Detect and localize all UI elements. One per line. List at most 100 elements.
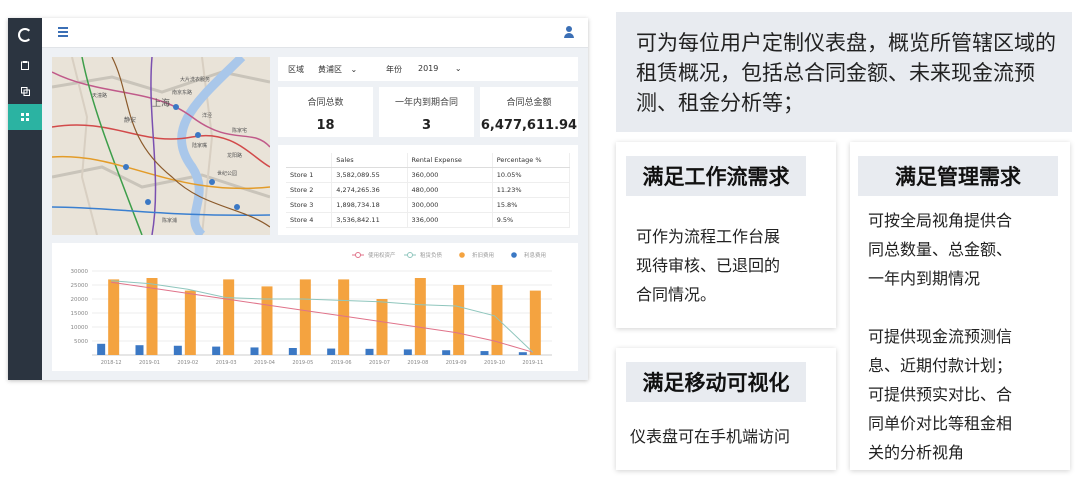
map-label: 天潼路 xyxy=(92,92,107,99)
management-title: 满足管理需求 xyxy=(858,156,1058,196)
year-value: 2019 xyxy=(418,64,439,73)
map-label: 上海 xyxy=(152,97,170,109)
table-cell: 9.5% xyxy=(492,212,571,228)
intro-panel: 可为每位用户定制仪表盘，概览所管辖区域的租赁概况，包括总合同金额、未来现金流预测… xyxy=(616,12,1072,132)
x-tick-label: 2018-12 xyxy=(101,360,122,366)
workflow-title: 满足工作流需求 xyxy=(626,156,806,196)
table-row: Store 1 3,582,089.55 360,000 10.05% xyxy=(286,167,571,183)
y-tick-label: 20000 xyxy=(71,297,89,303)
management-body: 可按全局视角提供合 同总数量、总金额、 一年内到期情况 可提供现金流预测信 息、… xyxy=(868,206,1012,467)
map-label: 南京东路 xyxy=(172,89,192,96)
table-cell: 15.8% xyxy=(492,197,571,213)
workflow-line: 可作为流程工作台展 xyxy=(636,227,781,246)
menu-icon[interactable] xyxy=(58,27,68,37)
y-tick-label: 5000 xyxy=(74,339,88,345)
store-table-card: Sales Rental Expense Percentage % Store … xyxy=(278,145,578,235)
bar xyxy=(223,279,235,355)
map-label: 陈家宅 xyxy=(232,127,247,134)
user-icon[interactable] xyxy=(564,26,574,38)
management-line: 可提供现金流预测信 xyxy=(868,327,1013,346)
bar xyxy=(108,279,120,355)
bar xyxy=(146,278,158,355)
workflow-body: 可作为流程工作台展 现待审核、已退回的 合同情况。 xyxy=(636,222,780,309)
map-label: 大片洗衣服务 xyxy=(180,76,210,83)
table-cell: 11.23% xyxy=(492,182,571,198)
x-tick-label: 2019-07 xyxy=(369,360,390,366)
x-tick-label: 2019-10 xyxy=(484,360,505,366)
map-label: 洋泾 xyxy=(202,112,212,119)
kpi-card-total-amount: 合同总金额 6,477,611.94 xyxy=(480,87,578,137)
table-cell: 4,274,265.36 xyxy=(331,182,408,198)
table-row: Store 3 1,898,734.18 300,000 15.8% xyxy=(286,197,571,213)
kpi-value: 3 xyxy=(421,118,432,133)
table-cell: 360,000 xyxy=(407,167,493,183)
table-cell: Store 2 xyxy=(286,182,333,198)
bar xyxy=(250,347,259,355)
x-tick-label: 2019-08 xyxy=(407,360,428,366)
sidebar-item-contracts[interactable] xyxy=(8,52,42,78)
workflow-line: 现待审核、已退回的 xyxy=(636,256,781,275)
top-bar xyxy=(42,18,588,48)
kpi-title: 一年内到期合同 xyxy=(394,98,458,108)
x-tick-label: 2019-11 xyxy=(522,360,543,366)
table-cell: 10.05% xyxy=(492,167,571,183)
table-cell: 480,000 xyxy=(407,182,493,198)
legend-swatch xyxy=(459,252,465,258)
management-line: 同单价对比等租金相 xyxy=(868,414,1013,433)
grid-icon xyxy=(21,113,29,121)
x-tick-label: 2019-05 xyxy=(292,360,313,366)
bar xyxy=(442,350,451,355)
region-value: 黄浦区 xyxy=(318,65,342,74)
bar xyxy=(453,285,465,355)
legend-swatch xyxy=(355,252,361,258)
map-label: 静安 xyxy=(124,116,136,124)
management-line: 可提供预实对比、合 xyxy=(868,385,1013,404)
bar xyxy=(97,343,106,355)
map-widget[interactable]: 上海 静安 南京东路 天潼路 大片洗衣服务 洋泾 世纪公园 龙阳路 陆家嘴 陈家… xyxy=(52,57,270,235)
table-cell: 1,898,734.18 xyxy=(331,197,408,213)
bar xyxy=(261,286,273,355)
kpi-title: 合同总数 xyxy=(307,98,344,108)
bar xyxy=(403,349,412,355)
bar xyxy=(173,345,182,355)
bar xyxy=(212,346,221,355)
sidebar-item-copy[interactable] xyxy=(8,78,42,104)
bar xyxy=(299,279,311,355)
x-tick-label: 2019-04 xyxy=(254,360,275,366)
y-tick-label: 30000 xyxy=(71,269,89,275)
x-tick-label: 2019-01 xyxy=(139,360,160,366)
table-cell: 336,000 xyxy=(407,212,493,228)
bar xyxy=(529,290,541,355)
management-card: 满足管理需求 可按全局视角提供合 同总数量、总金额、 一年内到期情况 可提供现金… xyxy=(850,142,1070,470)
mobile-title: 满足移动可视化 xyxy=(626,362,806,402)
lease-chart[interactable]: 5000 10000 15000 20000 25000 30000 2018-12 2019… xyxy=(52,243,578,371)
bar xyxy=(518,352,527,355)
map-label: 陆家嘴 xyxy=(192,142,207,149)
y-tick-label: 15000 xyxy=(71,311,89,317)
legend-label: 租赁负债 xyxy=(420,251,443,259)
bar xyxy=(365,348,374,355)
bar xyxy=(480,351,489,355)
region-select[interactable]: 黄浦区 ⌄ xyxy=(318,64,357,75)
kpi-title: 合同总金额 xyxy=(506,98,552,108)
year-select[interactable]: 2019 ⌄ xyxy=(418,64,462,73)
management-line: 可按全局视角提供合 xyxy=(868,211,1013,230)
map-label: 世纪公园 xyxy=(217,170,237,177)
map-label: 陈家浦 xyxy=(162,217,177,224)
mobile-card: 满足移动可视化 仪表盘可在手机端访问 xyxy=(616,348,836,470)
sidebar-item-dashboard[interactable] xyxy=(8,104,42,130)
lease-chart-card: 5000 10000 15000 20000 25000 30000 2018-12 2019… xyxy=(52,243,578,371)
management-line: 一年内到期情况 xyxy=(868,269,981,288)
chevron-down-icon: ⌄ xyxy=(454,64,462,73)
x-tick-label: 2019-03 xyxy=(216,360,237,366)
x-tick-label: 2019-09 xyxy=(446,360,467,366)
table-row: Store 4 3,536,842.11 336,000 9.5% xyxy=(286,212,571,228)
workflow-line: 合同情况。 xyxy=(636,285,717,304)
intro-text: 可为每位用户定制仪表盘，概览所管辖区域的租赁概况，包括总合同金额、未来现金流预测… xyxy=(636,31,1056,115)
management-line: 关的分析视角 xyxy=(868,443,965,462)
app-logo-icon xyxy=(8,18,42,52)
legend-label: 利息费用 xyxy=(524,251,546,259)
bar xyxy=(135,345,144,355)
table-cell: Store 4 xyxy=(286,212,333,228)
management-line: 同总数量、总金额、 xyxy=(868,240,1013,259)
